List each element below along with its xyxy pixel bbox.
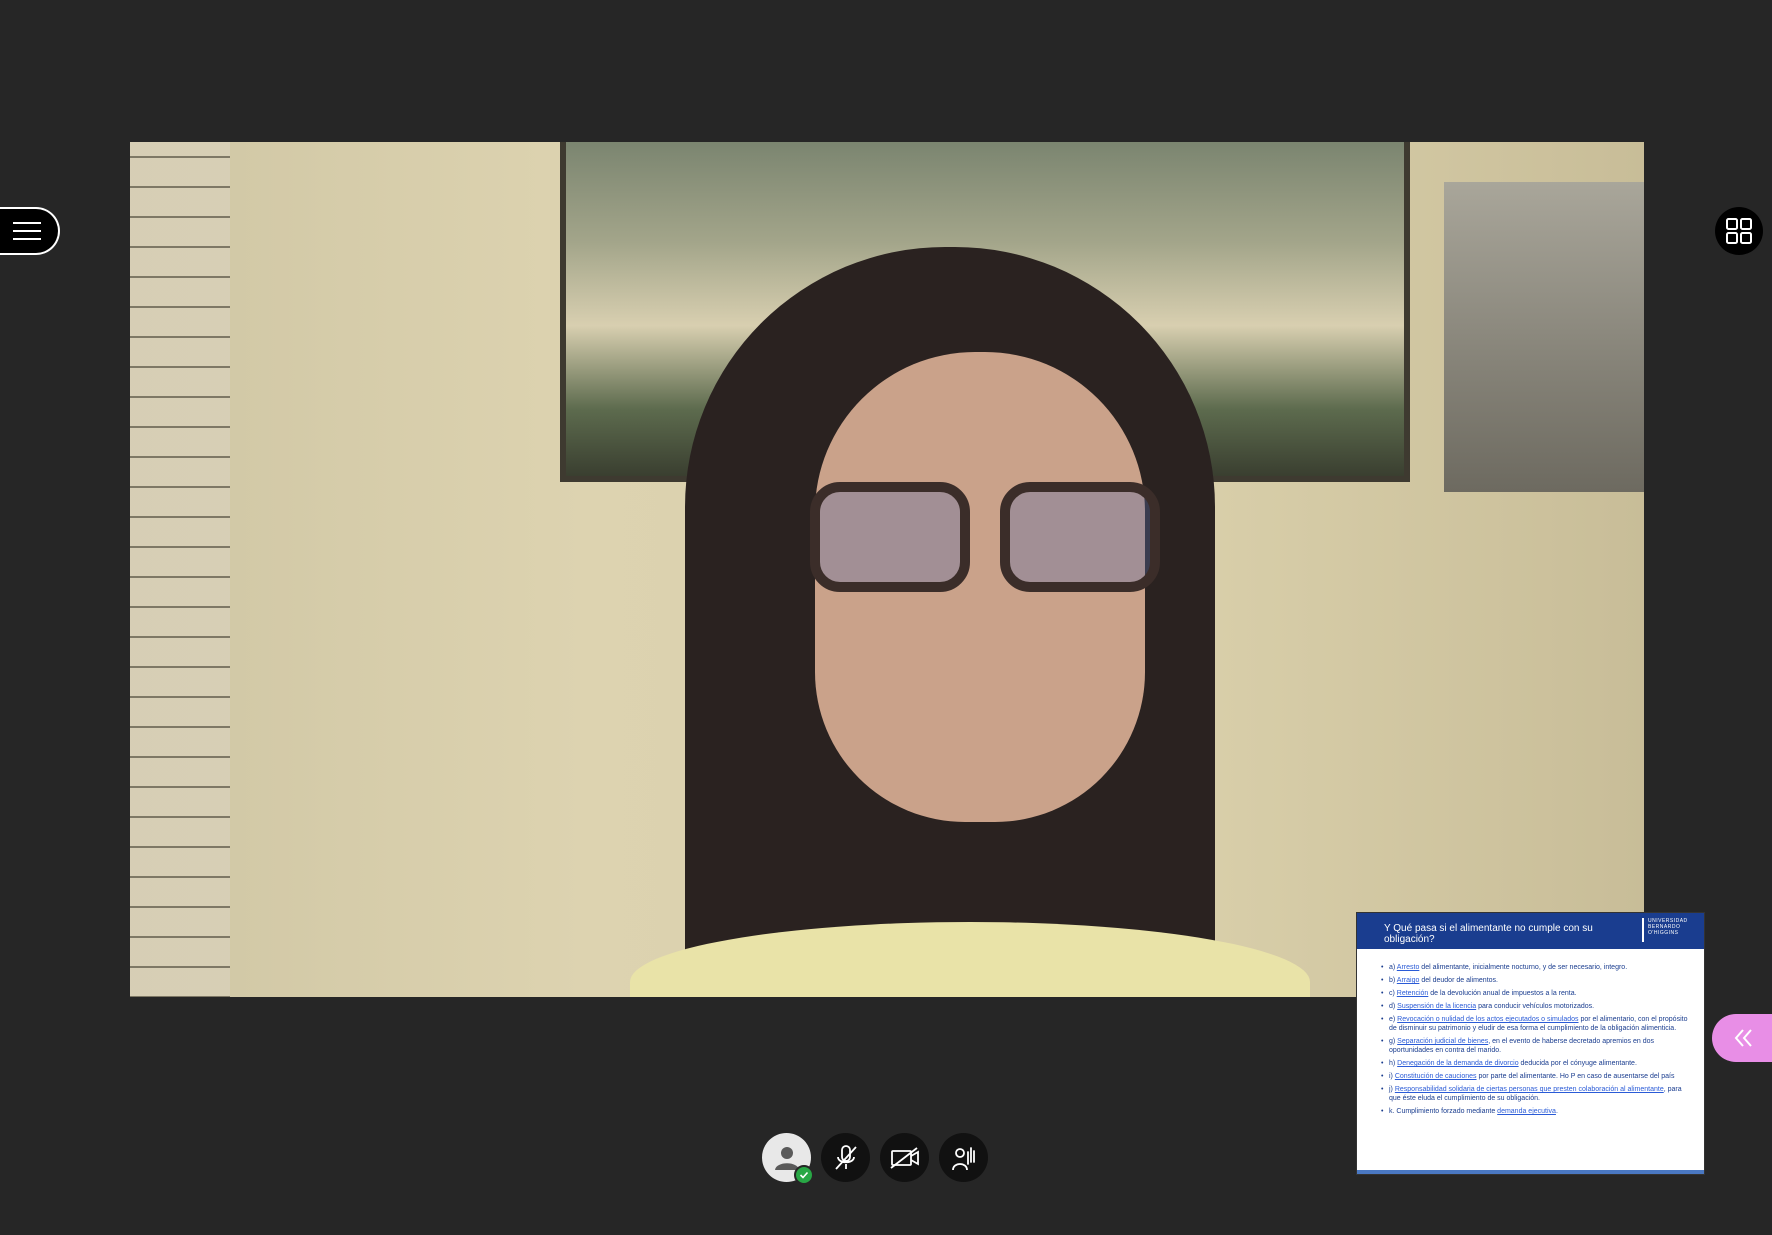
open-menu-button[interactable]: [0, 207, 60, 255]
layout-toggle-button[interactable]: [1715, 207, 1763, 255]
slide-link-text: Separación judicial de bienes: [1397, 1038, 1489, 1045]
university-logo: UNIVERSIDAD BERNARDO O'HIGGINS: [1642, 918, 1696, 942]
toggle-camera-button[interactable]: [880, 1133, 929, 1182]
slide-list-item: g) Separación judicial de bienes, en el …: [1381, 1037, 1688, 1055]
slide-link-text: Retención: [1396, 990, 1429, 997]
chevron-double-left-icon: [1734, 1029, 1752, 1047]
slide-list-item: d) Suspensión de la licencia para conduc…: [1381, 1002, 1688, 1011]
participant-glasses: [810, 482, 1160, 592]
hamburger-menu-icon: [13, 222, 41, 240]
raise-hand-button[interactable]: [939, 1133, 988, 1182]
camera-off-icon: [889, 1146, 919, 1169]
slide-link-text: Arraigo: [1396, 977, 1420, 984]
session-controls: [762, 1133, 988, 1185]
slide-footer-bar: [1357, 1170, 1704, 1174]
slide-link-text: Constitución de cauciones: [1394, 1073, 1477, 1080]
slide-link-text: Arresto: [1396, 964, 1420, 971]
participant-video: [130, 142, 1644, 997]
grid-layout-icon: [1726, 218, 1752, 244]
slide-link-text: Suspensión de la licencia: [1397, 1003, 1477, 1010]
status-check-icon: [794, 1165, 814, 1185]
slide-list: a) Arresto del alimentante, inicialmente…: [1357, 949, 1704, 1116]
slide-link-text: Responsabilidad solidaria de ciertas per…: [1394, 1086, 1664, 1093]
slide-list-item: h) Denegación de la demanda de divorcio …: [1381, 1059, 1688, 1068]
slide-link-text: Denegación de la demanda de divorcio: [1397, 1060, 1519, 1067]
shared-content-slide[interactable]: Y Qué pasa si el alimentante no cumple c…: [1357, 913, 1704, 1174]
slide-list-item: j) Responsabilidad solidaria de ciertas …: [1381, 1085, 1688, 1103]
slide-link-text: demanda ejecutiva: [1497, 1108, 1556, 1115]
microphone-muted-icon: [834, 1144, 857, 1170]
background-shelf: [1444, 182, 1644, 492]
my-status-button[interactable]: [762, 1133, 814, 1185]
slide-link-text: Revocación o nulidad de los actos ejecut…: [1397, 1016, 1579, 1023]
toggle-microphone-button[interactable]: [821, 1133, 870, 1182]
slide-list-item: c) Retención de la devolución anual de i…: [1381, 989, 1688, 998]
slide-list-item: k. Cumplimiento forzado mediante demanda…: [1381, 1107, 1688, 1116]
slide-title: Y Qué pasa si el alimentante no cumple c…: [1384, 923, 1593, 945]
raise-hand-icon: [951, 1146, 975, 1170]
slide-list-item: a) Arresto del alimentante, inicialmente…: [1381, 963, 1688, 972]
slide-list-item: b) Arraigo del deudor de alimentos.: [1381, 976, 1688, 985]
open-collaborate-panel-button[interactable]: [1712, 1014, 1772, 1062]
slide-list-item: i) Constitución de cauciones por parte d…: [1381, 1072, 1688, 1081]
slide-header: Y Qué pasa si el alimentante no cumple c…: [1357, 913, 1704, 949]
slide-list-item: e) Revocación o nulidad de los actos eje…: [1381, 1015, 1688, 1033]
background-curtain: [130, 142, 230, 997]
